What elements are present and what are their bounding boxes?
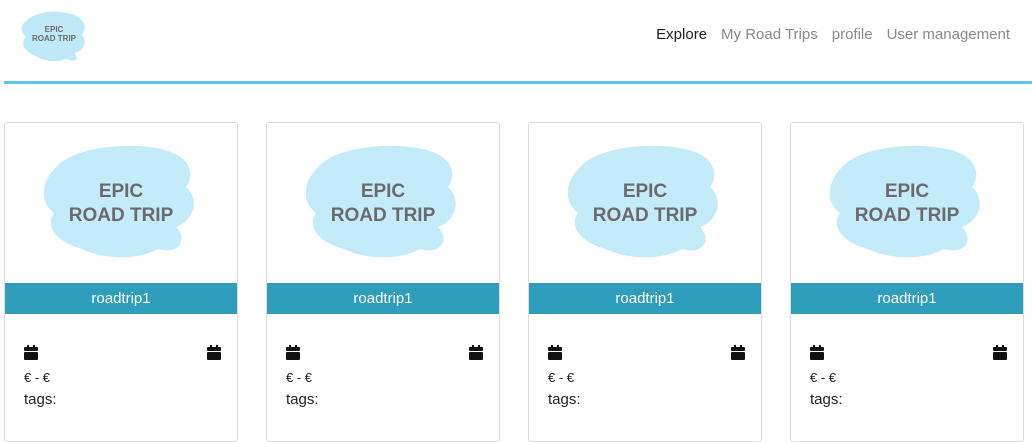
card-image-logo: EPIC ROAD TRIP	[305, 145, 456, 258]
card-title: roadtrip1	[791, 283, 1023, 314]
card-image: EPIC ROAD TRIP	[5, 123, 237, 281]
card-image-text-line2: ROAD TRIP	[855, 205, 960, 226]
roadtrip-card[interactable]: EPIC ROAD TRIP roadtrip1 € - € tags:	[528, 122, 762, 442]
calendar-icon	[469, 345, 483, 360]
calendar-icon	[731, 345, 745, 360]
calendar-icon	[548, 345, 562, 360]
nav-link-my-road-trips[interactable]: My Road Trips	[721, 26, 818, 43]
roadtrip-card-list: EPIC ROAD TRIP roadtrip1 € - € tags: EPI…	[4, 122, 1024, 442]
card-image-logo: EPIC ROAD TRIP	[567, 145, 718, 258]
price-range: € - €	[286, 370, 313, 385]
logo-text-line2: ROAD TRIP	[32, 34, 77, 43]
date-row	[810, 345, 1007, 361]
calendar-icon	[810, 345, 824, 360]
card-image-text-line1: EPIC	[885, 181, 930, 202]
navbar: EPIC ROAD TRIP Explore My Road Trips pro…	[0, 0, 1032, 84]
card-image: EPIC ROAD TRIP	[267, 123, 499, 281]
card-image-text-line1: EPIC	[361, 181, 406, 202]
tags-label: tags:	[548, 391, 581, 408]
tags-label: tags:	[810, 391, 843, 408]
card-image-text-line1: EPIC	[99, 181, 144, 202]
logo-image: EPIC ROAD TRIP	[21, 11, 85, 62]
price-range: € - €	[24, 370, 51, 385]
logo[interactable]: EPIC ROAD TRIP	[18, 7, 90, 65]
card-image-text-line2: ROAD TRIP	[331, 205, 436, 226]
date-row	[286, 345, 483, 361]
roadtrip-card[interactable]: EPIC ROAD TRIP roadtrip1 € - € tags:	[790, 122, 1024, 442]
card-image: EPIC ROAD TRIP	[791, 123, 1023, 281]
card-title: roadtrip1	[267, 283, 499, 314]
date-row	[548, 345, 745, 361]
tags-label: tags:	[24, 391, 57, 408]
nav-link-explore[interactable]: Explore	[656, 26, 707, 43]
nav-divider	[4, 81, 1032, 84]
calendar-icon	[286, 345, 300, 360]
calendar-icon	[207, 345, 221, 360]
logo-text-line1: EPIC	[45, 25, 64, 34]
card-image-logo: EPIC ROAD TRIP	[43, 145, 194, 258]
card-image-logo: EPIC ROAD TRIP	[829, 145, 980, 258]
price-range: € - €	[810, 370, 837, 385]
date-row	[24, 345, 221, 361]
price-range: € - €	[548, 370, 575, 385]
tags-label: tags:	[286, 391, 319, 408]
roadtrip-card[interactable]: EPIC ROAD TRIP roadtrip1 € - € tags:	[4, 122, 238, 442]
card-title: roadtrip1	[5, 283, 237, 314]
nav-link-user-management[interactable]: User management	[887, 26, 1010, 43]
card-title: roadtrip1	[529, 283, 761, 314]
nav-menu: Explore My Road Trips profile User manag…	[656, 26, 1010, 43]
card-image: EPIC ROAD TRIP	[529, 123, 761, 281]
calendar-icon	[24, 345, 38, 360]
card-image-text-line2: ROAD TRIP	[69, 205, 174, 226]
card-image-text-line2: ROAD TRIP	[593, 205, 698, 226]
roadtrip-card[interactable]: EPIC ROAD TRIP roadtrip1 € - € tags:	[266, 122, 500, 442]
calendar-icon	[993, 345, 1007, 360]
card-image-text-line1: EPIC	[623, 181, 668, 202]
nav-link-profile[interactable]: profile	[832, 26, 873, 43]
